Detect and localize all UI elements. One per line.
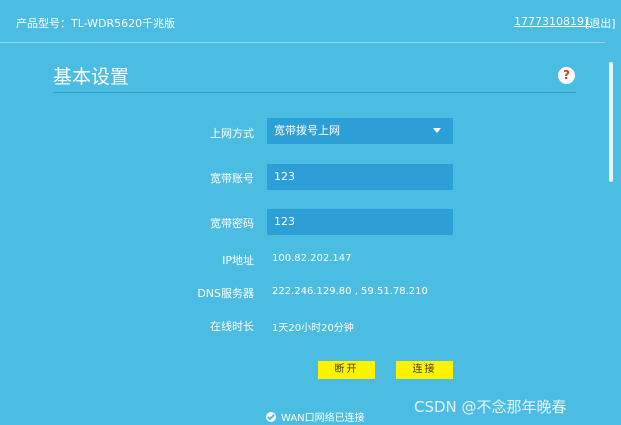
top-bar: 产品型号：TL-WDR5620千兆版 17773108191 [退出] <box>0 0 621 44</box>
logout-link[interactable]: [退出] <box>585 15 616 31</box>
watermark: CSDN @不念那年晚春 <box>414 398 567 416</box>
uptime-label: 在线时长 <box>210 320 254 333</box>
dns-value: 222.246.129.80 , 59.51.78.210 <box>272 286 428 297</box>
wan-mode-select[interactable]: 宽带拨号上网 <box>267 118 453 144</box>
dropdown-caret-icon <box>433 128 441 133</box>
ip-label: IP地址 <box>222 254 254 267</box>
account-label: 宽带账号 <box>210 172 254 185</box>
dns-label: DNS服务器 <box>197 287 254 300</box>
page-title: 基本设置 <box>53 66 130 88</box>
ip-value: 100.82.202.147 <box>272 253 352 264</box>
account-input[interactable] <box>267 164 453 190</box>
scrollbar[interactable] <box>609 62 613 182</box>
account-phone-link[interactable]: 17773108191 <box>514 15 591 28</box>
uptime-value: 1天20小时20分钟 <box>272 323 354 334</box>
connect-button[interactable]: 连接 <box>396 361 453 379</box>
wan-status-text: WAN口网络已连接 <box>281 413 365 424</box>
wan-mode-label: 上网方式 <box>210 127 254 140</box>
disconnect-button[interactable]: 断开 <box>318 361 375 379</box>
password-label: 宽带密码 <box>210 217 254 230</box>
product-model: 产品型号：TL-WDR5620千兆版 <box>16 17 176 30</box>
help-icon[interactable]: ? <box>558 67 575 84</box>
check-circle-icon <box>266 411 276 422</box>
wan-status: WAN口网络已连接 <box>266 409 365 424</box>
top-divider <box>0 42 605 43</box>
title-divider <box>53 92 576 93</box>
wan-mode-value: 宽带拨号上网 <box>274 124 340 137</box>
password-input[interactable] <box>267 209 453 235</box>
scrollbar-thumb[interactable] <box>609 62 613 182</box>
